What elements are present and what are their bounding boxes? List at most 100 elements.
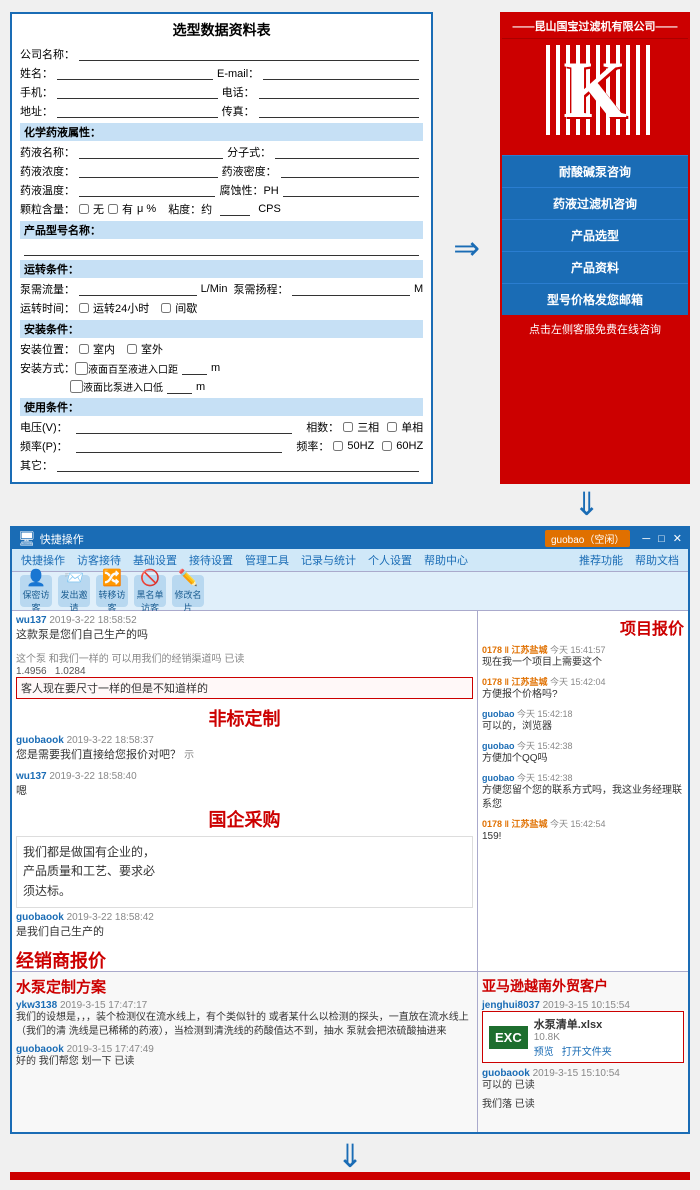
menu-btn-select[interactable]: 产品选型 [502, 219, 688, 251]
outlet-checkbox[interactable] [70, 380, 83, 393]
menu-btn-info[interactable]: 产品资料 [502, 251, 688, 283]
right-msg-6: 0178 ‖ 江苏盐城 今天 15:42:54 159! [482, 817, 684, 844]
flow-field[interactable] [79, 282, 197, 296]
toolbar-blacklist[interactable]: 🚫 黑名单访客 [134, 575, 166, 607]
msg2-redbox: 客人现在要尺寸一样的但是不知道样的 [16, 677, 473, 699]
density-field[interactable] [281, 164, 420, 178]
chem-section-title: 化学药液属性： [20, 123, 423, 141]
temp-field[interactable] [79, 183, 215, 197]
viscosity-field[interactable] [220, 202, 250, 216]
close-icon[interactable]: ✕ [673, 532, 682, 545]
three-phase-label: 三相 [357, 419, 379, 435]
outdoor-label: 室外 [141, 341, 163, 357]
menu-quick[interactable]: 快捷操作 [16, 551, 70, 569]
menu-basic[interactable]: 基础设置 [128, 551, 182, 569]
company-logo-k: K [502, 39, 688, 155]
menu-recommend[interactable]: 推荐功能 [574, 551, 628, 569]
product-name-field[interactable] [24, 242, 419, 256]
file-actions[interactable]: 预览 打开文件夹 [534, 1043, 612, 1058]
chat-msg-1-name: wu137 [16, 615, 47, 626]
menu-btn-price[interactable]: 型号价格发您邮箱 [502, 283, 688, 315]
run-section-title: 运转条件： [20, 260, 423, 278]
guoqiye-text: 我们都是做国有企业的， 产品质量和工艺、要求必 须达标。 [16, 836, 473, 908]
bottom-file-msg-meta: jenghui8037 2019-3-15 10:15:54 [482, 1000, 684, 1011]
toolbar-invite[interactable]: 📨 发出邀请 [58, 575, 90, 607]
chem-name-field[interactable] [79, 145, 223, 159]
file-name: 水泵清单.xlsx [534, 1016, 612, 1032]
hz60-checkbox[interactable] [382, 441, 392, 451]
annotation-xiang-wrapper: 项目报价 [482, 615, 684, 639]
submerge-checkbox[interactable] [75, 362, 88, 375]
address-field[interactable] [57, 104, 218, 118]
toolbar-transfer[interactable]: 🔀 转移访客 [96, 575, 128, 607]
ph-field[interactable] [283, 183, 419, 197]
interval-label: 间歇 [175, 300, 197, 316]
conc-field[interactable] [79, 164, 218, 178]
lmin-label: L/Min [201, 283, 228, 295]
chat-window: 🖥 快捷操作 guobao（空闲） ─ □ ✕ 快捷操作 访客接待 基础设置 接… [10, 526, 690, 1134]
menu-manage[interactable]: 管理工具 [240, 551, 294, 569]
menu-help[interactable]: 帮助中心 [419, 551, 473, 569]
file-preview: EXC 水泵清单.xlsx 10.8K 预览 打开文件夹 [482, 1011, 684, 1063]
outlet-field[interactable] [167, 380, 192, 394]
hz50-checkbox[interactable] [333, 441, 343, 451]
menu-btn-acid[interactable]: 耐酸碱泵咨询 [502, 155, 688, 187]
menu-receive[interactable]: 接待设置 [184, 551, 238, 569]
chat-msg-2-meta: 这个泵 和我们一样的 可以用我们的经销渠道吗 已读 [16, 650, 473, 665]
name-email-row: 姓名： E-mail： [20, 65, 423, 81]
chat-msg-wu2-bubble: 嗯 [16, 783, 473, 800]
indoor-checkbox[interactable] [79, 344, 89, 354]
current-field[interactable] [76, 439, 283, 453]
usage-section-title: 使用条件： [20, 398, 423, 416]
other-label: 其它： [20, 457, 53, 473]
right-msg-1: 0178 ‖ 江苏盐城 今天 15:41:57 现在我一个项目上需要这个 [482, 643, 684, 670]
h24-checkbox[interactable] [79, 303, 89, 313]
no-checkbox[interactable] [79, 204, 89, 214]
chat-bottom-left[interactable]: 水泵定制方案 ykw3138 2019-3-15 17:47:17 我们的设想是… [12, 972, 478, 1132]
interval-checkbox[interactable] [161, 303, 171, 313]
maximize-icon[interactable]: □ [658, 533, 665, 545]
company-field[interactable] [79, 47, 419, 61]
phone-field[interactable] [57, 85, 218, 99]
chat-bottom-panels: 水泵定制方案 ykw3138 2019-3-15 17:47:17 我们的设想是… [12, 972, 688, 1132]
tel-field[interactable] [259, 85, 420, 99]
right-msg-3: guobao 今天 15:42:18 可以的，浏览器 [482, 707, 684, 734]
chat-msg-guo2: guobaook 2019-3-22 18:58:42 是我们自己生产的 [16, 912, 473, 941]
head-field[interactable] [292, 282, 410, 296]
chat-left-panel[interactable]: wu137 2019-3-22 18:58:52 这款泵是您们自己生产的吗 这个… [12, 611, 478, 971]
open-folder-link[interactable]: 打开文件夹 [562, 1043, 612, 1058]
submerge-field[interactable] [182, 361, 207, 375]
outdoor-checkbox[interactable] [127, 344, 137, 354]
name-field[interactable] [57, 66, 213, 80]
email-field[interactable] [263, 66, 419, 80]
menu-btn-filter[interactable]: 药液过滤机咨询 [502, 187, 688, 219]
toolbar-secret-visitor[interactable]: 👤 保密访客 [20, 575, 52, 607]
arrow-down-bottom: ⇓ [0, 1140, 700, 1172]
fax-field[interactable] [259, 104, 420, 118]
bottom-msg-1-meta: ykw3138 2019-3-15 17:47:17 [16, 1000, 473, 1011]
bottom-msg-2-meta: guobaook 2019-3-15 17:47:49 [16, 1044, 473, 1055]
other-field[interactable] [57, 458, 419, 472]
yes-checkbox[interactable] [108, 204, 118, 214]
runtime-row: 运转时间： 运转24小时 间歇 [20, 300, 423, 316]
fax-label: 传真： [222, 103, 255, 119]
minimize-icon[interactable]: ─ [642, 533, 650, 545]
menu-stats[interactable]: 记录与统计 [296, 551, 361, 569]
three-phase-checkbox[interactable] [343, 422, 353, 432]
address-label: 地址： [20, 103, 53, 119]
toolbar-edit-card[interactable]: ✏️ 修改名片 [172, 575, 204, 607]
mol-field[interactable] [275, 145, 419, 159]
menu-personal[interactable]: 个人设置 [363, 551, 417, 569]
chat-bottom-right[interactable]: 亚马逊越南外贸客户 jenghui8037 2019-3-15 10:15:54… [478, 972, 688, 1132]
preview-link[interactable]: 预览 [534, 1043, 554, 1058]
menu-visit[interactable]: 访客接待 [72, 551, 126, 569]
phase-label: 相数： [306, 419, 339, 435]
particle-row: 颗粒含量： 无 有 μ % 粘度：约 CPS [20, 201, 423, 217]
single-phase-checkbox[interactable] [387, 422, 397, 432]
voltage-field[interactable] [76, 420, 293, 434]
chat-right-panel[interactable]: 项目报价 0178 ‖ 江苏盐城 今天 15:41:57 现在我一个项目上需要这… [478, 611, 688, 971]
menu-helpdoc[interactable]: 帮助文档 [630, 551, 684, 569]
right-msg-3-meta: guobao 今天 15:42:18 [482, 707, 684, 720]
phone-tel-row: 手机： 电话： [20, 84, 423, 100]
conc-label: 药液浓度： [20, 163, 75, 179]
